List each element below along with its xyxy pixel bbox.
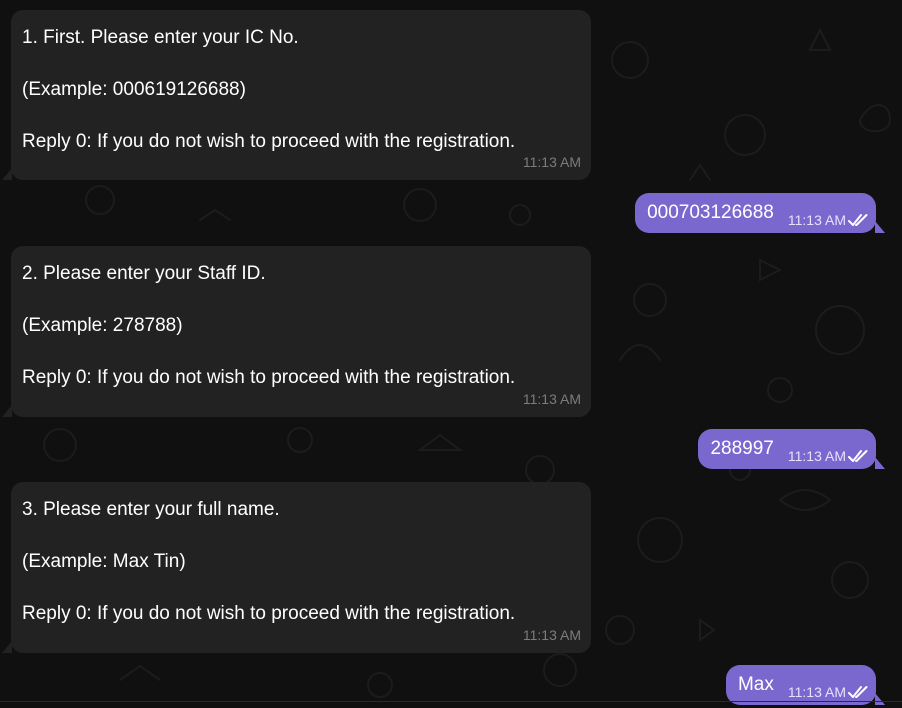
incoming-message[interactable]: 1. First. Please enter your IC No. (Exam…	[2, 10, 591, 180]
message-text-line: Reply 0: If you do not wish to proceed w…	[22, 131, 516, 152]
message-text-line: (Example: 000619126688)	[22, 79, 246, 100]
message-text-line: 2. Please enter your Staff ID.	[22, 263, 266, 284]
message-timestamp: 11:13 AM	[787, 212, 846, 228]
outgoing-message[interactable]: Max 11:13 AM	[725, 665, 885, 705]
outgoing-message[interactable]: 288997 11:13 AM	[698, 429, 885, 469]
chat-area[interactable]: 1. First. Please enter your IC No. (Exam…	[0, 0, 902, 708]
message-timestamp: 11:13 AM	[522, 391, 581, 407]
message-timestamp: 11:13 AM	[787, 684, 846, 700]
message-timestamp: 11:13 AM	[522, 627, 581, 643]
double-check-icon	[848, 450, 868, 462]
message-text-line: Reply 0: If you do not wish to proceed w…	[22, 603, 516, 624]
incoming-message[interactable]: 2. Please enter your Staff ID. (Example:…	[2, 246, 591, 417]
message-text: 288997	[710, 438, 774, 459]
incoming-message[interactable]: 3. Please enter your full name. (Example…	[2, 482, 591, 653]
message-text-line: 1. First. Please enter your IC No.	[22, 27, 299, 48]
message-text: Max	[737, 674, 774, 695]
message-text-line: (Example: Max Tin)	[22, 551, 186, 572]
divider	[0, 701, 902, 702]
message-text: 000703126688	[647, 202, 774, 223]
message-text-line: 3. Please enter your full name.	[22, 499, 280, 520]
double-check-icon	[848, 214, 868, 226]
double-check-icon	[848, 686, 868, 698]
message-text-line: Reply 0: If you do not wish to proceed w…	[22, 367, 516, 388]
outgoing-message[interactable]: 000703126688 11:13 AM	[635, 193, 885, 233]
message-timestamp: 11:13 AM	[787, 448, 846, 464]
message-timestamp: 11:13 AM	[522, 154, 581, 170]
message-text-line: (Example: 278788)	[22, 315, 183, 336]
